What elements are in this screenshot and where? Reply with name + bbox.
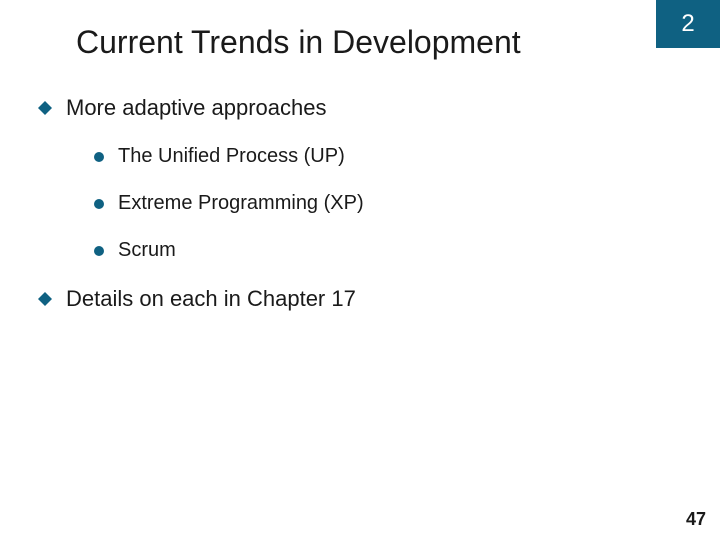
diamond-bullet-icon — [38, 292, 52, 306]
chapter-number: 2 — [681, 10, 694, 38]
diamond-bullet-icon — [38, 101, 52, 115]
sub-bullet-text: Scrum — [118, 239, 176, 262]
sub-bullet-item: Scrum — [94, 239, 720, 262]
bullet-text: More adaptive approaches — [66, 95, 327, 121]
chapter-number-box: 2 — [656, 0, 720, 48]
sub-bullet-text: The Unified Process (UP) — [118, 145, 345, 168]
sub-bullet-list: The Unified Process (UP) Extreme Program… — [38, 145, 720, 262]
slide-title: Current Trends in Development — [0, 0, 720, 61]
bullet-item: Details on each in Chapter 17 — [38, 286, 720, 312]
sub-bullet-item: Extreme Programming (XP) — [94, 192, 720, 215]
page-number: 47 — [686, 509, 706, 530]
bullet-item: More adaptive approaches — [38, 95, 720, 121]
sub-bullet-text: Extreme Programming (XP) — [118, 192, 364, 215]
dot-bullet-icon — [94, 199, 104, 209]
sub-bullet-item: The Unified Process (UP) — [94, 145, 720, 168]
dot-bullet-icon — [94, 246, 104, 256]
bullet-text: Details on each in Chapter 17 — [66, 286, 356, 312]
dot-bullet-icon — [94, 152, 104, 162]
slide-content: More adaptive approaches The Unified Pro… — [0, 61, 720, 312]
